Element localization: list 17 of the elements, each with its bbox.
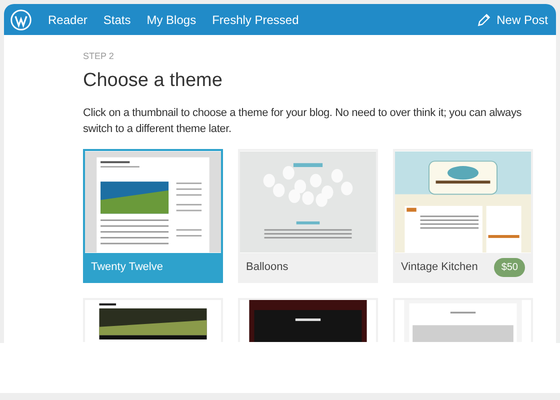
new-post-link[interactable]: New Post xyxy=(496,10,548,28)
price-badge: $50 xyxy=(494,258,525,276)
theme-name: Vintage Kitchen xyxy=(401,260,478,275)
nav-link[interactable]: Stats xyxy=(103,10,131,28)
theme-card[interactable]: Vintage Kitchen $50 xyxy=(393,149,533,283)
step-label: STEP 2 xyxy=(83,50,115,63)
nav-link[interactable]: Reader xyxy=(48,10,88,28)
theme-card[interactable]: Twenty Twelve xyxy=(83,149,223,283)
theme-card[interactable]: Balloons xyxy=(238,149,378,283)
description-text: Click on a thumbnail to choose a theme for your blog. No need to over think it; you can always switch to a different theme later. xyxy=(83,106,523,137)
theme-name: Balloons xyxy=(246,260,288,275)
wordpress-logo-icon[interactable] xyxy=(10,8,32,30)
pencil-icon[interactable] xyxy=(476,12,491,26)
theme-name: Twenty Twelve xyxy=(91,260,163,275)
nav-link[interactable]: My Blogs xyxy=(146,10,196,28)
nav-link[interactable]: Freshly Pressed xyxy=(212,10,299,28)
page-title: Choose a theme xyxy=(83,68,224,92)
